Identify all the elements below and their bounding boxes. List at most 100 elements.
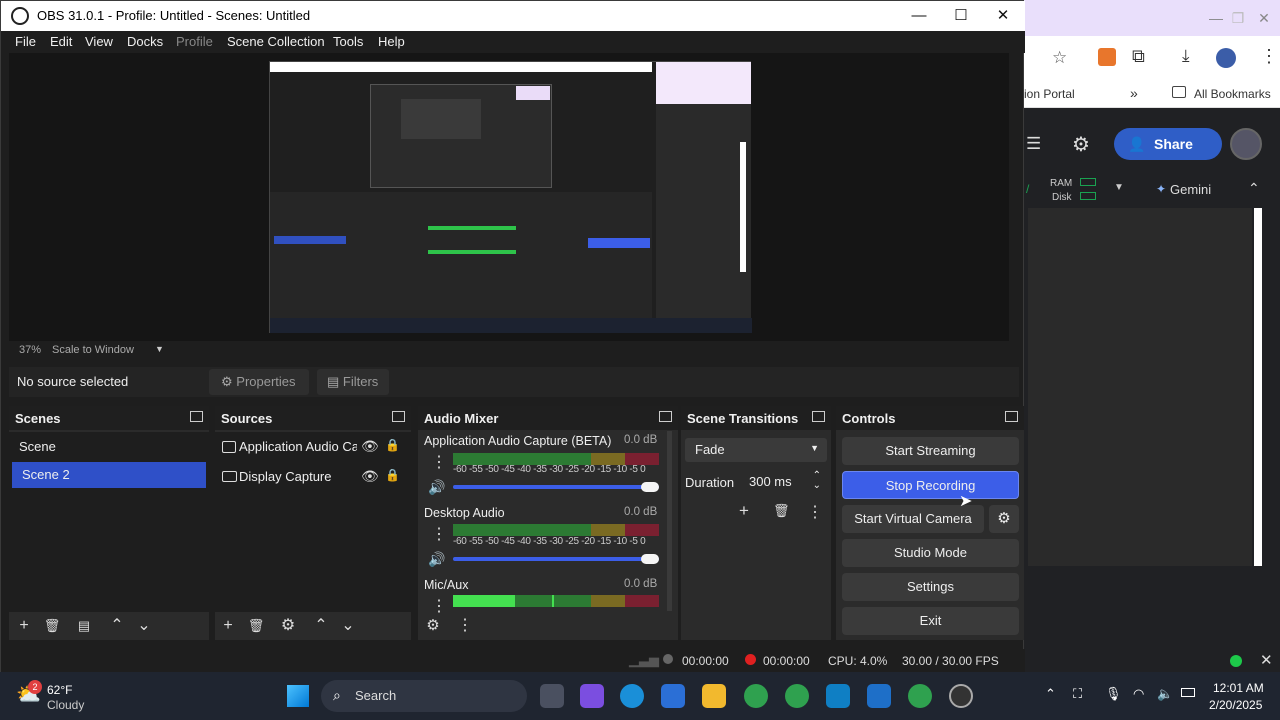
undock-icon[interactable] [659,411,672,422]
up-icon[interactable]: ⌃ [106,616,128,636]
star-icon[interactable]: ☆ [1052,48,1067,68]
bookmarks-overflow-icon[interactable]: » [1130,85,1138,101]
chrome-profile-icon[interactable] [785,684,809,708]
channel-menu-icon[interactable]: ⋮ [431,524,447,544]
lock-icon[interactable]: 🔒 [385,438,400,452]
metamask-icon[interactable] [1098,48,1116,66]
close-icon[interactable]: ✕ [1260,651,1273,669]
zoom-dropdown-icon[interactable]: ▼ [155,344,164,354]
restore-icon[interactable]: ❐ [1224,6,1252,30]
store-icon[interactable] [661,684,685,708]
user-avatar[interactable] [1230,128,1262,160]
menu-profile[interactable]: Profile [176,34,213,49]
dropdown-icon[interactable]: ▼ [1114,182,1124,193]
vscode-icon[interactable] [867,684,891,708]
down-icon[interactable]: ⌄ [133,616,155,636]
scrollbar[interactable] [1254,208,1262,566]
copilot-icon[interactable] [580,684,604,708]
undock-icon[interactable] [812,411,825,422]
menu-help[interactable]: Help [378,34,405,49]
weather-desc[interactable]: Cloudy [47,698,84,712]
speaker-icon[interactable]: 🔊 [428,551,445,568]
gear-icon[interactable]: ⚙ [1072,132,1090,157]
undock-icon[interactable] [190,411,203,422]
clock-time[interactable]: 12:01 AM [1213,681,1264,695]
volume-knob[interactable] [641,482,659,492]
channel-menu-icon[interactable]: ⋮ [431,452,447,472]
add-icon[interactable]: + [13,616,35,636]
app-icon[interactable] [826,684,850,708]
menu-docks[interactable]: Docks [127,34,163,49]
stop-recording-button[interactable]: Stop Recording [842,471,1019,499]
more-icon[interactable]: ⋮ [454,616,476,636]
menu-file[interactable]: File [15,34,36,49]
properties-button[interactable]: ⚙ Properties [209,369,309,395]
zoom-value[interactable]: 37% [19,344,41,356]
volume-icon[interactable]: 🔈 [1157,686,1173,702]
search-box[interactable]: ⌕ Search [321,680,527,712]
obs-taskbar-icon[interactable] [949,684,973,708]
wifi-icon[interactable]: ◠ [1133,686,1144,702]
close-icon[interactable]: ✕ [1250,6,1278,30]
edge-icon[interactable] [620,684,644,708]
minimize-icon[interactable]: — [899,5,939,27]
battery-icon[interactable] [1181,688,1195,697]
add-icon[interactable]: + [217,616,239,636]
extensions-icon[interactable]: ⧉ [1132,46,1145,67]
more-icon[interactable]: ⋮ [1260,46,1278,67]
tray-app-icon[interactable]: ⛶ [1073,686,1082,702]
up-icon[interactable]: ⌃ [310,616,332,636]
maximize-icon[interactable]: ☐ [941,5,981,27]
bookmark-item[interactable]: ion Portal [1024,87,1075,101]
lock-icon[interactable]: 🔒 [385,468,400,482]
filters-icon[interactable]: ▤ [73,616,95,636]
speaker-icon[interactable]: 🔊 [428,479,445,496]
volume-knob[interactable] [641,554,659,564]
clock-date[interactable]: 2/20/2025 [1209,698,1262,712]
start-streaming-button[interactable]: Start Streaming [842,437,1019,465]
file-explorer-icon[interactable] [702,684,726,708]
filters-button[interactable]: ▤ Filters [317,369,389,395]
exit-button[interactable]: Exit [842,607,1019,635]
trash-icon[interactable]: 🗑 [41,616,63,636]
volume-slider[interactable] [453,485,659,489]
list-item-scene[interactable]: Scene [9,434,209,460]
menu-edit[interactable]: Edit [50,34,72,49]
more-icon[interactable]: ⋮ [807,502,823,522]
zoom-mode[interactable]: Scale to Window [52,344,134,356]
chat-icon[interactable]: ☰ [1026,134,1041,154]
settings-button[interactable]: Settings [842,573,1019,601]
collapse-icon[interactable]: ⌃ [1248,180,1260,197]
chrome-icon[interactable] [744,684,768,708]
undock-icon[interactable] [1005,411,1018,422]
channel-menu-icon[interactable]: ⋮ [431,596,447,616]
tray-chevron-icon[interactable]: ⌃ [1045,686,1056,702]
close-icon[interactable]: ✕ [983,5,1023,27]
transition-select[interactable]: Fade ▼ [685,438,827,462]
gemini-button[interactable]: Gemini [1170,182,1211,197]
studio-mode-button[interactable]: Studio Mode [842,539,1019,567]
trash-icon[interactable]: 🗑 [245,616,267,636]
chrome-icon[interactable] [908,684,932,708]
volume-slider[interactable] [453,557,659,561]
list-item-scene-2[interactable]: Scene 2 [12,462,206,488]
list-item-app-audio[interactable]: Application Audio Ca [215,434,357,460]
eye-icon[interactable]: 👁 [361,468,379,485]
down-icon[interactable]: ⌄ [337,616,359,636]
virtual-camera-gear-icon[interactable]: ⚙ [989,505,1019,533]
gear-icon[interactable]: ⚙ [277,616,299,636]
windows-start-icon[interactable] [287,685,309,707]
task-view-icon[interactable] [540,684,564,708]
menu-tools[interactable]: Tools [333,34,363,49]
add-icon[interactable]: + [739,501,749,521]
trash-icon[interactable]: 🗑 [773,503,790,519]
download-icon[interactable]: ⤓ [1182,46,1190,66]
menu-view[interactable]: View [85,34,113,49]
profile-avatar[interactable] [1216,48,1236,68]
advanced-audio-icon[interactable]: ⚙ [422,616,444,636]
weather-temp[interactable]: 62°F [47,683,72,697]
menu-scene-collection[interactable]: Scene Collection [227,34,325,49]
mixer-scrollbar[interactable] [667,431,672,611]
duration-spinbox[interactable]: 300 ms ⌃ ⌄ [741,470,827,494]
share-button[interactable]: 👤 Share [1114,128,1222,160]
